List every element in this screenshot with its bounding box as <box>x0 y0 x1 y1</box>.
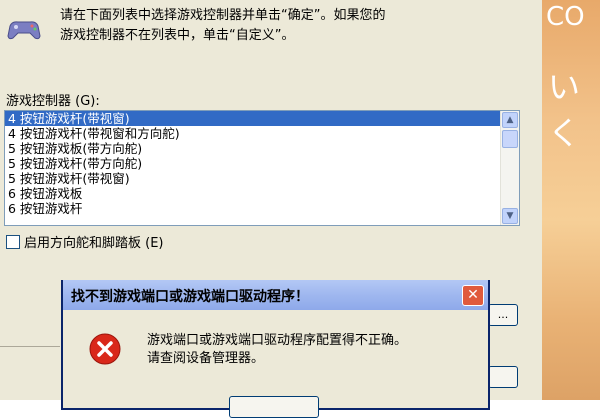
error-icon <box>89 333 121 365</box>
controller-list-label: 游戏控制器 (G): <box>6 94 100 109</box>
side-button-lower[interactable] <box>488 366 518 388</box>
controller-list-item[interactable]: 5 按钮游戏板(带方向舵) <box>5 141 501 156</box>
error-message: 游戏端口或游戏端口驱动程序配置得不正确。 请查阅设备管理器。 <box>147 332 407 368</box>
background-text-1: CO <box>546 2 585 32</box>
background-photo: CO いく <box>542 0 600 400</box>
controller-list[interactable]: 4 按钮游戏杆(带视窗) 4 按钮游戏杆(带视窗和方向舵) 5 按钮游戏板(带方向舵… <box>4 110 520 226</box>
instructions-text: 请在下面列表中选择游戏控制器并单击“确定”。如果您的 游戏控制器不在列表中，单击… <box>60 6 530 46</box>
error-dialog: 找不到游戏端口或游戏端口驱动程序！ ✕ 游戏端口或游戏端口驱动程序配置得不正确。… <box>61 280 490 418</box>
scroll-down-button[interactable]: ▼ <box>502 208 518 224</box>
instructions-line-2: 游戏控制器不在列表中，单击“自定义”。 <box>60 28 295 43</box>
error-dialog-titlebar: 找不到游戏端口或游戏端口驱动程序！ ✕ <box>63 280 488 310</box>
controller-list-rows: 4 按钮游戏杆(带视窗) 4 按钮游戏杆(带视窗和方向舵) 5 按钮游戏板(带方向舵… <box>5 111 501 216</box>
rudder-checkbox-row[interactable]: 启用方向舵和脚踏板 (E) <box>6 232 164 251</box>
rudder-checkbox-label: 启用方向舵和脚踏板 (E) <box>24 236 164 251</box>
controller-list-item[interactable]: 4 按钮游戏杆(带视窗) <box>5 111 501 126</box>
error-message-line-1: 游戏端口或游戏端口驱动程序配置得不正确。 <box>147 333 408 348</box>
instructions-line-1: 请在下面列表中选择游戏控制器并单击“确定”。如果您的 <box>60 8 386 23</box>
ok-button[interactable] <box>229 396 319 418</box>
custom-button[interactable]: ... <box>488 304 518 326</box>
close-button[interactable]: ✕ <box>462 285 484 306</box>
controller-list-item[interactable]: 5 按钮游戏杆(带视窗) <box>5 171 501 186</box>
scroll-up-button[interactable]: ▲ <box>502 112 518 128</box>
list-scrollbar[interactable]: ▲ ▼ <box>500 111 519 225</box>
gamepad-icon <box>7 21 41 40</box>
controller-list-item[interactable]: 6 按钮游戏板 <box>5 186 501 201</box>
controller-list-item[interactable]: 5 按钮游戏杆(带方向舵) <box>5 156 501 171</box>
separator <box>0 346 60 347</box>
rudder-checkbox[interactable] <box>6 234 20 249</box>
controller-list-item[interactable]: 6 按钮游戏杆 <box>5 201 501 216</box>
error-message-line-2: 请查阅设备管理器。 <box>147 351 265 366</box>
background-text-2: いく <box>548 68 581 152</box>
controller-list-item[interactable]: 4 按钮游戏杆(带视窗和方向舵) <box>5 126 501 141</box>
scroll-thumb[interactable] <box>502 130 518 148</box>
error-dialog-title: 找不到游戏端口或游戏端口驱动程序！ <box>71 289 309 305</box>
